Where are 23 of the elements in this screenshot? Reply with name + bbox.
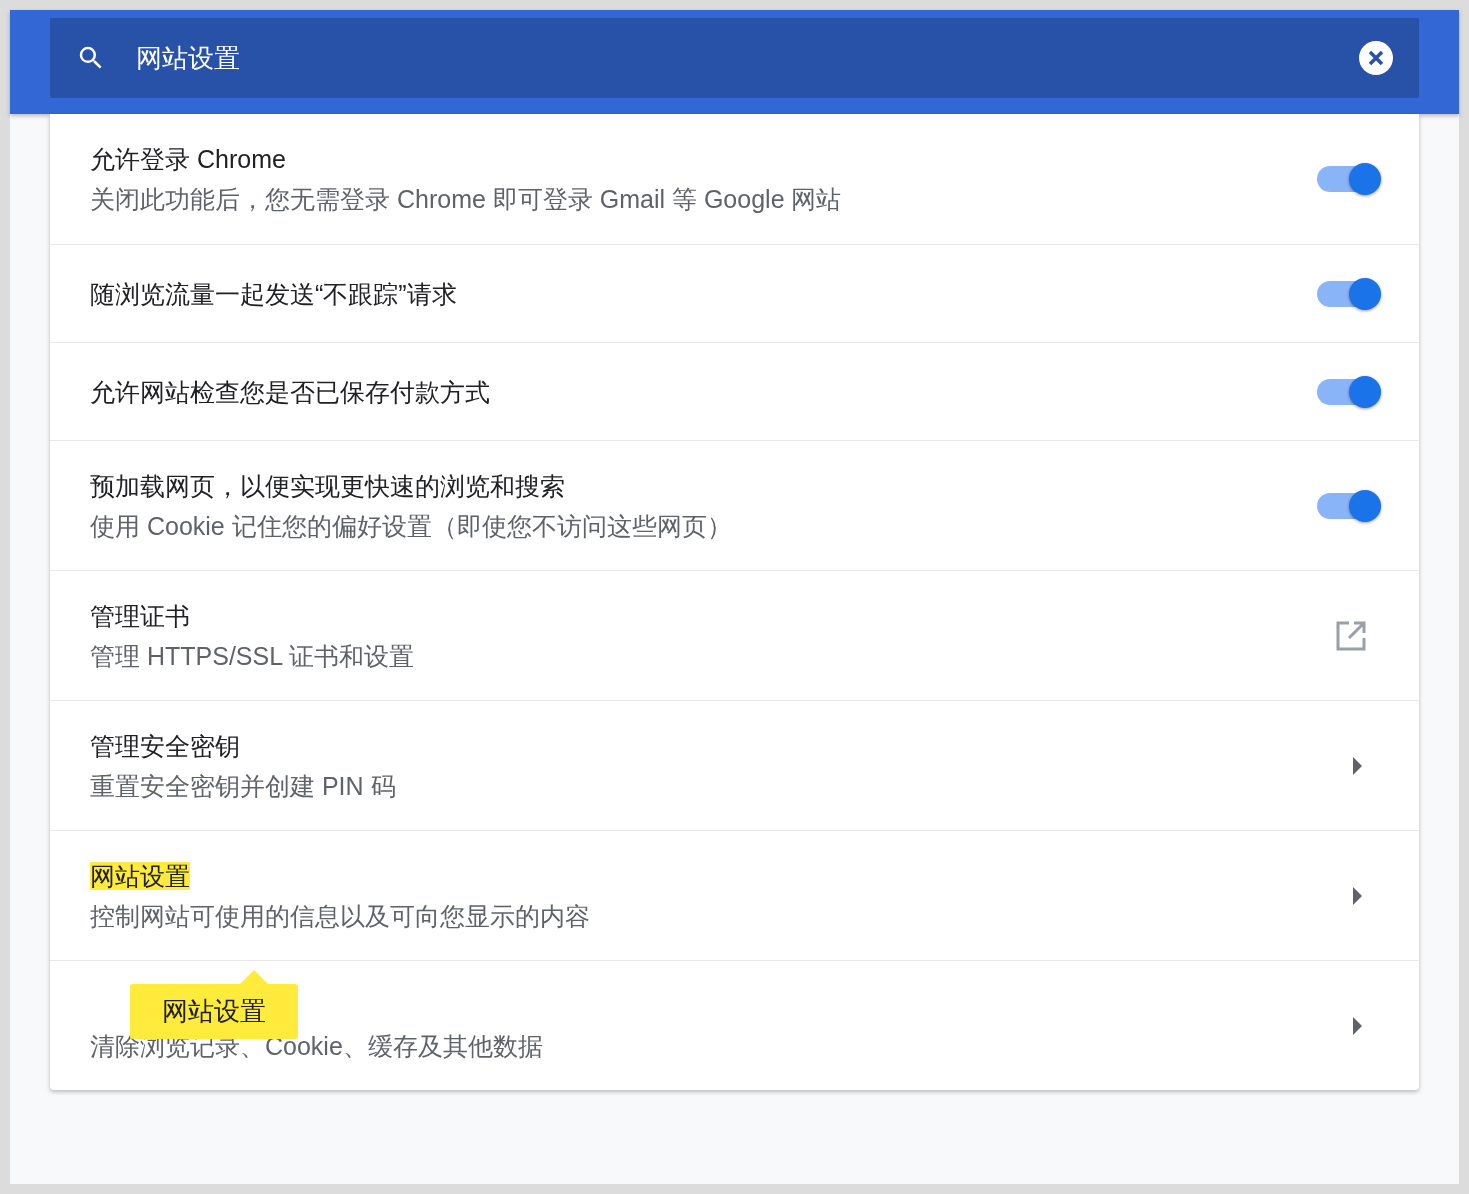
toggle-switch[interactable] [1317, 378, 1379, 405]
setting-description: 控制网站可使用的信息以及可向您显示的内容 [90, 901, 590, 930]
tooltip-arrow [240, 969, 268, 984]
search-input[interactable]: 网站设置 [136, 38, 736, 78]
setting-description: 管理 HTTPS/SSL 证书和设置 [90, 641, 415, 670]
setting-title: 允许登录 Chrome [90, 145, 286, 173]
arrow-right-icon[interactable] [1353, 1016, 1363, 1035]
setting-title: 管理安全密钥 [90, 731, 240, 760]
toggle-switch[interactable] [1317, 280, 1379, 307]
setting-description: 使用 Cookie 记住您的偏好设置（即使您不访问这些网页） [90, 511, 732, 540]
toggle-switch[interactable] [1317, 166, 1379, 192]
toggle-switch[interactable] [1317, 492, 1379, 519]
setting-title: 管理证书 [90, 601, 190, 630]
clear-icon[interactable] [1359, 41, 1393, 75]
setting-description: 重置安全密钥并创建 PIN 码 [90, 771, 396, 800]
setting-title: 预加载网页，以便实现更快速的浏览和搜索 [90, 471, 565, 500]
setting-title: 随浏览流量一起发送“不跟踪”请求 [90, 279, 457, 308]
external-link-icon[interactable] [1335, 619, 1367, 652]
arrow-right-icon[interactable] [1353, 886, 1363, 905]
setting-title: 网站设置 [90, 861, 190, 890]
setting-description: 关闭此功能后，您无需登录 Chrome 即可登录 Gmail 等 Google 网站 [90, 185, 842, 213]
arrow-right-icon[interactable] [1353, 756, 1363, 775]
setting-title: 允许网站检查您是否已保存付款方式 [90, 377, 490, 406]
